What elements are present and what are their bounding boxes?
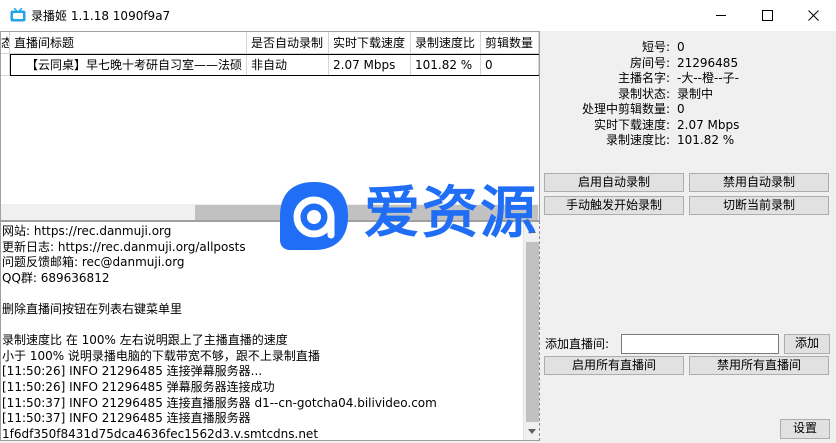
log-line: 删除直播间按钮在列表右键菜单里 [2, 301, 183, 316]
info-value: 101.82 % [677, 133, 735, 147]
info-label: 实时下载速度: [593, 117, 670, 132]
title-bar: 录播姬 1.1.18 1090f9a7 [0, 0, 836, 31]
cell-clip-count: 0 [481, 54, 539, 76]
room-info-panel: 短号: 0 房间号: 21296485 主播名字: -大--橙--子- 录制状态… [540, 40, 836, 149]
table-row[interactable]: 【云同桌】早七晚十考研自习室——法硕 非自动 2.07 Mbps 101.82 … [1, 54, 539, 76]
log-line: 录制速度比 在 100% 左右说明跟上了主播直播的速度 [2, 333, 288, 348]
info-value: 21296485 [677, 55, 739, 70]
column-header-record-ratio[interactable]: 录制速度比 [411, 32, 481, 54]
info-label: 主播名字: [617, 71, 670, 85]
info-label: 录制状态: [617, 86, 670, 101]
log-line: [11:50:26] INFO 21296485 连接弹幕服务器... [2, 364, 263, 379]
maximize-icon [761, 10, 773, 21]
column-header-status[interactable]: 状态 [1, 32, 10, 54]
log-line: 更新日志: https://rec.danmuji.org/allposts [2, 239, 246, 254]
add-room-label: 添加直播间: [545, 337, 610, 351]
grid-scroll-thumb[interactable] [195, 205, 538, 220]
close-button[interactable] [790, 0, 836, 31]
enable-all-rooms-button[interactable]: 启用所有直播间 [544, 356, 684, 375]
log-scroll-thumb[interactable] [526, 242, 539, 422]
info-row-room-id: 房间号: 21296485 [540, 56, 836, 72]
grid-horizontal-scrollbar[interactable] [1, 204, 539, 220]
minimize-icon [715, 15, 726, 16]
app-window: 录播姬 1.1.18 1090f9a7 状态 直播间标题 是否自动录制 实时下载… [0, 0, 836, 443]
enable-auto-record-button[interactable]: 启用自动录制 [544, 173, 684, 192]
add-room-input[interactable] [621, 334, 779, 354]
log-line: 小于 100% 说明录播电脑的下载带宽不够，跟不上录制直播 [2, 348, 320, 363]
info-row-short-id: 短号: 0 [540, 40, 836, 56]
log-line: [11:50:37] INFO 21296485 连接直播服务器 [2, 411, 251, 426]
info-value: 0 [677, 102, 685, 116]
log-line: 网站: https://rec.danmuji.org [2, 224, 172, 238]
log-line: QQ群: 689636812 [2, 270, 110, 285]
info-label: 房间号: [629, 55, 670, 70]
info-row-record-ratio: 录制速度比: 101.82 % [540, 133, 836, 149]
disable-auto-record-button[interactable]: 禁用自动录制 [689, 173, 829, 192]
disable-all-rooms-button[interactable]: 禁用所有直播间 [689, 356, 829, 375]
column-header-download-speed[interactable]: 实时下载速度 [329, 32, 411, 54]
cell-room-title: 【云同桌】早七晚十考研自习室——法硕 [10, 54, 247, 76]
cut-current-record-button[interactable]: 切断当前录制 [689, 196, 829, 215]
info-row-download-speed: 实时下载速度: 2.07 Mbps [540, 118, 836, 134]
scroll-down-arrow-icon[interactable] [528, 429, 536, 434]
log-textbox[interactable]: 网站: https://rec.danmuji.org 更新日志: https:… [0, 221, 540, 441]
info-label: 短号: [641, 40, 670, 54]
info-label: 录制速度比: [605, 133, 670, 147]
info-value: 2.07 Mbps [677, 117, 740, 132]
info-row-record-status: 录制状态: 录制中 [540, 87, 836, 103]
manual-start-record-button[interactable]: 手动触发开始录制 [544, 196, 684, 215]
log-line: 问题反馈邮箱: rec@danmuji.org [2, 255, 185, 270]
app-tv-icon [10, 7, 26, 22]
log-line: [11:50:26] INFO 21296485 弹幕服务器连接成功 [2, 379, 275, 394]
cell-record-ratio: 101.82 % [411, 54, 481, 76]
window-title: 录播姬 1.1.18 1090f9a7 [31, 9, 171, 23]
info-row-pending-clips: 处理中剪辑数量: 0 [540, 102, 836, 118]
info-value: -大--橙--子- [677, 71, 739, 85]
room-grid[interactable]: 状态 直播间标题 是否自动录制 实时下载速度 录制速度比 剪辑数量 【云同桌】早… [0, 31, 540, 221]
settings-button[interactable]: 设置 [780, 419, 830, 439]
info-label: 处理中剪辑数量: [581, 102, 670, 116]
grid-header: 状态 直播间标题 是否自动录制 实时下载速度 录制速度比 剪辑数量 [1, 32, 539, 54]
add-room-button[interactable]: 添加 [784, 334, 830, 354]
log-vertical-scrollbar[interactable] [523, 222, 539, 440]
log-line: [11:50:37] INFO 21296485 连接直播服务器 d1--cn-… [2, 395, 437, 410]
log-lines: 网站: https://rec.danmuji.org 更新日志: https:… [2, 224, 522, 441]
close-icon [807, 10, 819, 21]
info-value: 0 [677, 40, 685, 54]
info-row-streamer-name: 主播名字: -大--橙--子- [540, 71, 836, 87]
scroll-up-arrow-icon[interactable] [528, 228, 536, 233]
column-header-title[interactable]: 直播间标题 [10, 32, 247, 54]
maximize-button[interactable] [744, 0, 790, 31]
info-value: 录制中 [677, 86, 714, 101]
cell-status [1, 54, 10, 76]
column-header-clip-count[interactable]: 剪辑数量 [481, 32, 539, 54]
column-header-auto-record[interactable]: 是否自动录制 [247, 32, 329, 54]
minimize-button[interactable] [698, 0, 744, 31]
log-line: 1f6df350f8431d75dca4636fec1562d3.v.smtcd… [2, 426, 319, 441]
cell-download-speed: 2.07 Mbps [329, 54, 411, 76]
cell-auto-record: 非自动 [247, 54, 329, 76]
